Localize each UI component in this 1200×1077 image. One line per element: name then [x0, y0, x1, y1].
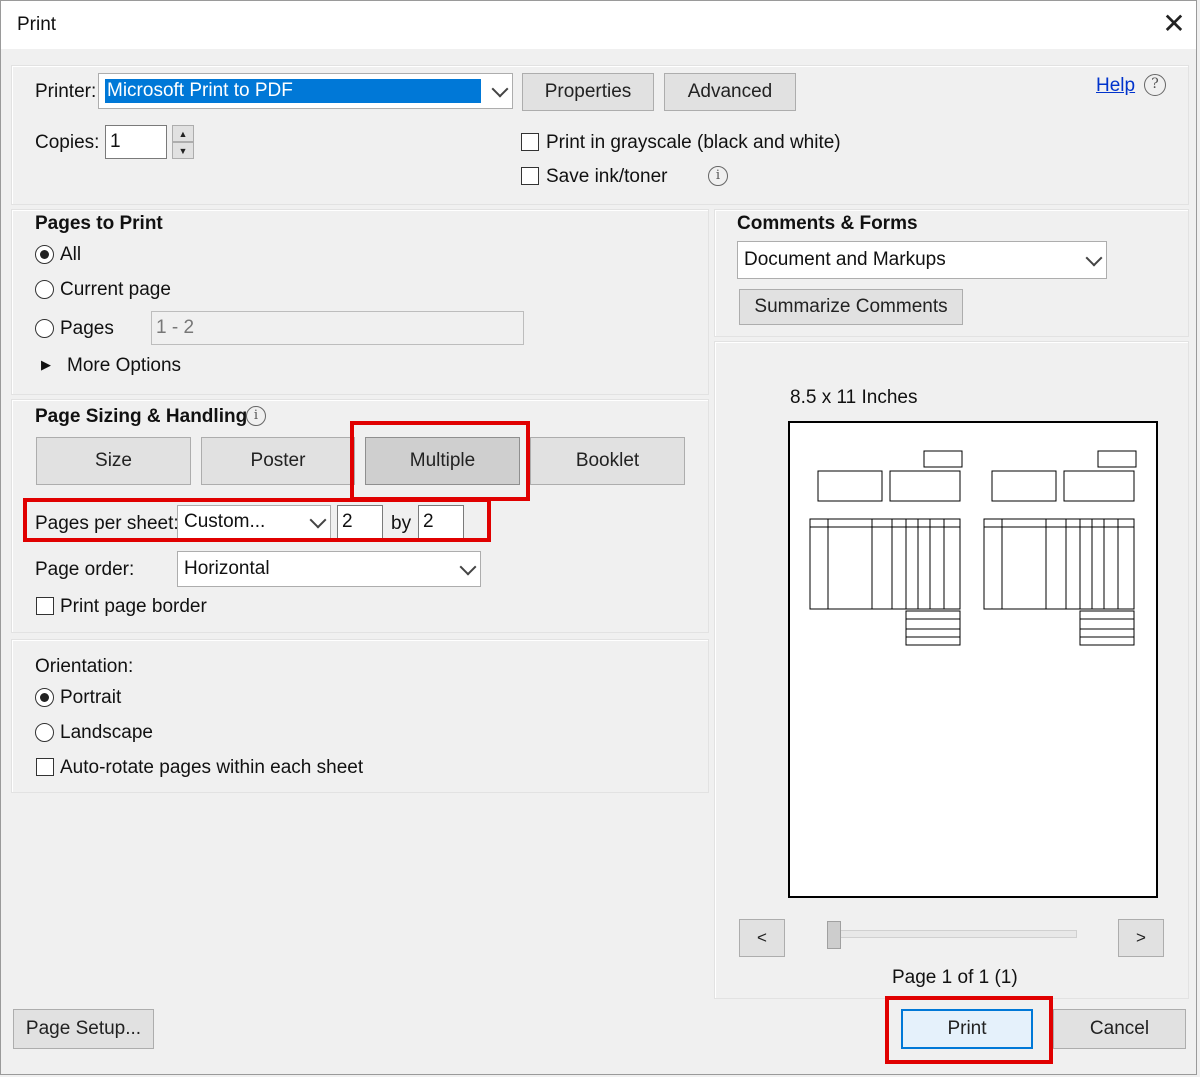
properties-button[interactable]: Properties — [522, 73, 654, 111]
all-radio[interactable] — [35, 245, 54, 264]
printer-label: Printer: — [35, 81, 97, 102]
save-ink-checkbox[interactable] — [521, 167, 539, 185]
all-label: All — [60, 244, 82, 265]
more-options-toggle[interactable]: More Options — [67, 355, 181, 377]
print-page-border-label: Print page border — [60, 596, 207, 617]
copies-label: Copies: — [35, 132, 100, 153]
save-ink-label: Save ink/toner — [546, 166, 668, 187]
help-link[interactable]: Help — [1096, 75, 1135, 97]
page-order-value: Horizontal — [184, 558, 270, 579]
auto-rotate-checkbox[interactable] — [36, 758, 54, 776]
pages-radio[interactable] — [35, 319, 54, 338]
advanced-button[interactable]: Advanced — [664, 73, 796, 111]
pages-to-print-title: Pages to Print — [35, 213, 163, 234]
info-icon[interactable]: i — [708, 166, 728, 186]
tab-size[interactable]: Size — [36, 437, 191, 485]
preview-thumbnail — [809, 450, 1137, 646]
paper-size-label: 8.5 x 11 Inches — [790, 387, 918, 408]
highlight-multiple — [350, 421, 530, 501]
portrait-radio[interactable] — [35, 688, 54, 707]
page-sizing-title: Page Sizing & Handling — [35, 406, 248, 427]
help-icon[interactable]: ? — [1144, 74, 1166, 96]
printer-select[interactable]: Microsoft Print to PDF — [98, 73, 513, 109]
print-dialog: Print ✕ Printer: Microsoft Print to PDF … — [0, 0, 1197, 1075]
previous-page-button[interactable]: < — [739, 919, 785, 957]
page-slider-thumb[interactable] — [827, 921, 841, 949]
orientation-title: Orientation: — [35, 656, 134, 677]
close-icon[interactable]: ✕ — [1159, 9, 1189, 39]
chevron-down-icon — [1085, 249, 1103, 267]
landscape-radio[interactable] — [35, 723, 54, 742]
cancel-button[interactable]: Cancel — [1053, 1009, 1186, 1049]
page-slider-track[interactable] — [827, 930, 1077, 938]
more-options-arrow-icon[interactable]: ▶ — [41, 357, 51, 373]
title-bar: Print ✕ — [1, 1, 1196, 49]
preview-page-left — [809, 450, 963, 646]
printer-value: Microsoft Print to PDF — [105, 79, 481, 103]
preview-page-right — [983, 450, 1137, 646]
comments-value: Document and Markups — [744, 249, 946, 270]
copies-down-button[interactable]: ▼ — [172, 142, 194, 159]
comments-title: Comments & Forms — [737, 213, 918, 234]
highlight-pages-per-sheet — [23, 498, 491, 542]
portrait-label: Portrait — [60, 687, 122, 708]
page-setup-button[interactable]: Page Setup... — [13, 1009, 154, 1049]
window-title: Print — [17, 14, 57, 35]
pages-range-input[interactable]: 1 - 2 — [151, 311, 524, 345]
copies-input[interactable]: 1 — [105, 125, 167, 159]
current-page-label: Current page — [60, 279, 171, 300]
copies-up-button[interactable]: ▲ — [172, 125, 194, 142]
chevron-down-icon — [459, 558, 477, 576]
tab-booklet[interactable]: Booklet — [530, 437, 685, 485]
summarize-comments-button[interactable]: Summarize Comments — [739, 289, 963, 325]
page-sizing-info-icon[interactable]: i — [246, 406, 266, 426]
grayscale-label: Print in grayscale (black and white) — [546, 132, 841, 153]
next-page-button[interactable]: > — [1118, 919, 1164, 957]
highlight-print — [885, 996, 1053, 1064]
preview-page — [788, 421, 1158, 898]
print-page-border-checkbox[interactable] — [36, 597, 54, 615]
comments-select[interactable]: Document and Markups — [737, 241, 1107, 279]
page-order-label: Page order: — [35, 559, 135, 580]
tab-poster[interactable]: Poster — [201, 437, 355, 485]
landscape-label: Landscape — [60, 722, 153, 743]
page-status: Page 1 of 1 (1) — [892, 967, 1018, 988]
page-order-select[interactable]: Horizontal — [177, 551, 481, 587]
grayscale-checkbox[interactable] — [521, 133, 539, 151]
chevron-down-icon — [491, 80, 509, 98]
pages-label: Pages — [60, 318, 114, 339]
current-page-radio[interactable] — [35, 280, 54, 299]
auto-rotate-label: Auto-rotate pages within each sheet — [60, 757, 364, 778]
